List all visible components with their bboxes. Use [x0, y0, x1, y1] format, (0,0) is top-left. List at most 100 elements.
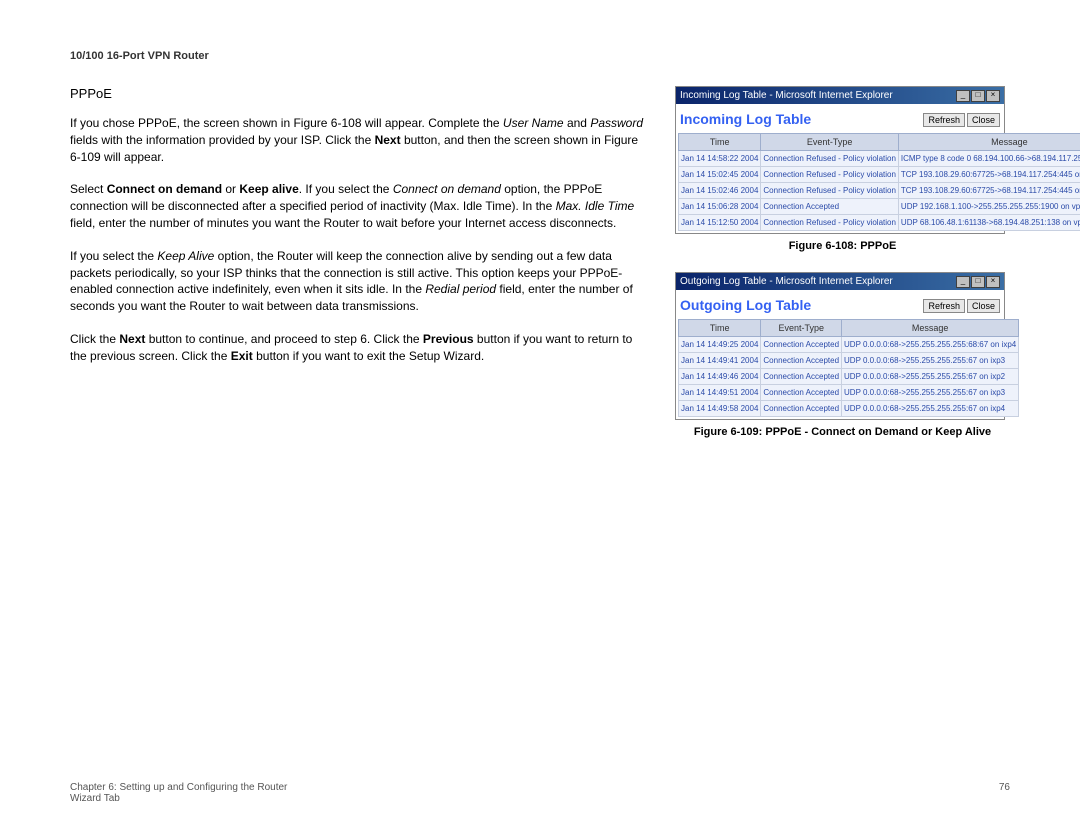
close-icon[interactable]: ×: [986, 90, 1000, 102]
cell-time: Jan 14 15:02:45 2004: [679, 167, 761, 183]
section-title: PPPoE: [70, 86, 645, 101]
window-titlebar: Outgoing Log Table - Microsoft Internet …: [676, 273, 1004, 290]
maximize-icon[interactable]: □: [971, 90, 985, 102]
cell-msg: UDP 68.106.48.1:61138->68.194.48.251:138…: [898, 215, 1080, 231]
p4-t4: button if you want to exit the Setup Wiz…: [253, 349, 484, 363]
p2-i1: Connect on demand: [393, 182, 501, 196]
cell-etype: Connection Accepted: [761, 353, 842, 369]
figure-109-screenshot: Outgoing Log Table - Microsoft Internet …: [675, 272, 1005, 420]
col-event-type: Event-Type: [761, 134, 899, 151]
p4-t1: Click the: [70, 332, 119, 346]
p1-i1: User Name: [503, 116, 564, 130]
p4-t2: button to continue, and proceed to step …: [145, 332, 423, 346]
cell-msg: UDP 0.0.0.0:68->255.255.255.255:68:67 on…: [842, 337, 1019, 353]
cell-etype: Connection Refused - Policy violation: [761, 151, 899, 167]
cell-etype: Connection Accepted: [761, 401, 842, 417]
cell-etype: Connection Accepted: [761, 385, 842, 401]
p1-t1: If you chose PPPoE, the screen shown in …: [70, 116, 503, 130]
paragraph-2: Select Connect on demand or Keep alive. …: [70, 181, 645, 231]
table-row: Jan 14 15:12:50 2004Connection Refused -…: [679, 215, 1080, 231]
paragraph-4: Click the Next button to continue, and p…: [70, 331, 645, 365]
table-row: Jan 14 14:58:22 2004Connection Refused -…: [679, 151, 1080, 167]
cell-msg: TCP 193.108.29.60:67725->68.194.117.254:…: [898, 167, 1080, 183]
col-message: Message: [898, 134, 1080, 151]
p1-b1: Next: [375, 133, 401, 147]
figures-column: Incoming Log Table - Microsoft Internet …: [675, 86, 1010, 458]
footer-tab: Wizard Tab: [70, 793, 287, 804]
cell-time: Jan 14 15:02:46 2004: [679, 183, 761, 199]
window-titlebar: Incoming Log Table - Microsoft Internet …: [676, 87, 1004, 104]
table-row: Jan 14 15:06:28 2004Connection AcceptedU…: [679, 199, 1080, 215]
col-message: Message: [842, 320, 1019, 337]
cell-time: Jan 14 15:12:50 2004: [679, 215, 761, 231]
p2-t3: . If you select the: [299, 182, 393, 196]
col-time: Time: [679, 134, 761, 151]
p3-i2: Redial period: [425, 282, 496, 296]
table-row: Jan 14 14:49:51 2004Connection AcceptedU…: [679, 385, 1019, 401]
p2-b1: Connect on demand: [107, 182, 222, 196]
doc-header: 10/100 16-Port VPN Router: [70, 50, 1010, 62]
window-buttons: _□×: [955, 275, 1000, 288]
refresh-button[interactable]: Refresh: [923, 113, 965, 127]
cell-msg: ICMP type 8 code 0 68.194.100.66->68.194…: [898, 151, 1080, 167]
cell-etype: Connection Accepted: [761, 337, 842, 353]
main-text-column: PPPoE If you chose PPPoE, the screen sho…: [70, 86, 645, 458]
p4-b1: Next: [119, 332, 145, 346]
incoming-log-table: Time Event-Type Message Jan 14 14:58:22 …: [678, 133, 1080, 231]
window-title: Incoming Log Table - Microsoft Internet …: [680, 90, 893, 101]
window-title: Outgoing Log Table - Microsoft Internet …: [680, 276, 893, 287]
cell-etype: Connection Accepted: [761, 369, 842, 385]
table-row: Jan 14 15:02:46 2004Connection Refused -…: [679, 183, 1080, 199]
paragraph-1: If you chose PPPoE, the screen shown in …: [70, 115, 645, 165]
p1-t3: fields with the information provided by …: [70, 133, 375, 147]
panel-title: Outgoing Log Table: [680, 297, 811, 313]
p3-t1: If you select the: [70, 249, 157, 263]
cell-time: Jan 14 14:49:46 2004: [679, 369, 761, 385]
p2-t1: Select: [70, 182, 107, 196]
table-row: Jan 14 14:49:46 2004Connection AcceptedU…: [679, 369, 1019, 385]
col-time: Time: [679, 320, 761, 337]
page-footer: Chapter 6: Setting up and Configuring th…: [70, 782, 1010, 804]
cell-time: Jan 14 14:49:58 2004: [679, 401, 761, 417]
close-button[interactable]: Close: [967, 299, 1000, 313]
cell-etype: Connection Refused - Policy violation: [761, 183, 899, 199]
panel-title: Incoming Log Table: [680, 111, 811, 127]
cell-msg: UDP 0.0.0.0:68->255.255.255.255:67 on ix…: [842, 401, 1019, 417]
maximize-icon[interactable]: □: [971, 276, 985, 288]
cell-msg: TCP 193.108.29.60:67725->68.194.117.254:…: [898, 183, 1080, 199]
minimize-icon[interactable]: _: [956, 276, 970, 288]
cell-msg: UDP 0.0.0.0:68->255.255.255.255:67 on ix…: [842, 369, 1019, 385]
figure-109-caption: Figure 6-109: PPPoE - Connect on Demand …: [675, 426, 1010, 438]
close-button[interactable]: Close: [967, 113, 1000, 127]
table-row: Jan 14 14:49:25 2004Connection AcceptedU…: [679, 337, 1019, 353]
cell-etype: Connection Accepted: [761, 199, 899, 215]
col-event-type: Event-Type: [761, 320, 842, 337]
cell-etype: Connection Refused - Policy violation: [761, 167, 899, 183]
window-buttons: _□×: [955, 89, 1000, 102]
p3-i1: Keep Alive: [157, 249, 214, 263]
p1-t2: and: [564, 116, 591, 130]
minimize-icon[interactable]: _: [956, 90, 970, 102]
footer-chapter: Chapter 6: Setting up and Configuring th…: [70, 782, 287, 793]
p2-i2: Max. Idle Time: [556, 199, 635, 213]
cell-time: Jan 14 14:49:25 2004: [679, 337, 761, 353]
p2-t2: or: [222, 182, 239, 196]
p4-b2: Previous: [423, 332, 474, 346]
table-row: Jan 14 14:49:41 2004Connection AcceptedU…: [679, 353, 1019, 369]
paragraph-3: If you select the Keep Alive option, the…: [70, 248, 645, 315]
p2-t5: field, enter the number of minutes you w…: [70, 216, 616, 230]
close-icon[interactable]: ×: [986, 276, 1000, 288]
page-number: 76: [999, 782, 1010, 804]
cell-msg: UDP 0.0.0.0:68->255.255.255.255:67 on ix…: [842, 385, 1019, 401]
cell-time: Jan 14 14:49:51 2004: [679, 385, 761, 401]
cell-etype: Connection Refused - Policy violation: [761, 215, 899, 231]
p4-b3: Exit: [231, 349, 253, 363]
cell-time: Jan 14 14:58:22 2004: [679, 151, 761, 167]
table-row: Jan 14 15:02:45 2004Connection Refused -…: [679, 167, 1080, 183]
p1-i2: Password: [590, 116, 643, 130]
figure-108-screenshot: Incoming Log Table - Microsoft Internet …: [675, 86, 1005, 234]
cell-msg: UDP 192.168.1.100->255.255.255.255:1900 …: [898, 199, 1080, 215]
table-row: Jan 14 14:49:58 2004Connection AcceptedU…: [679, 401, 1019, 417]
cell-time: Jan 14 15:06:28 2004: [679, 199, 761, 215]
refresh-button[interactable]: Refresh: [923, 299, 965, 313]
